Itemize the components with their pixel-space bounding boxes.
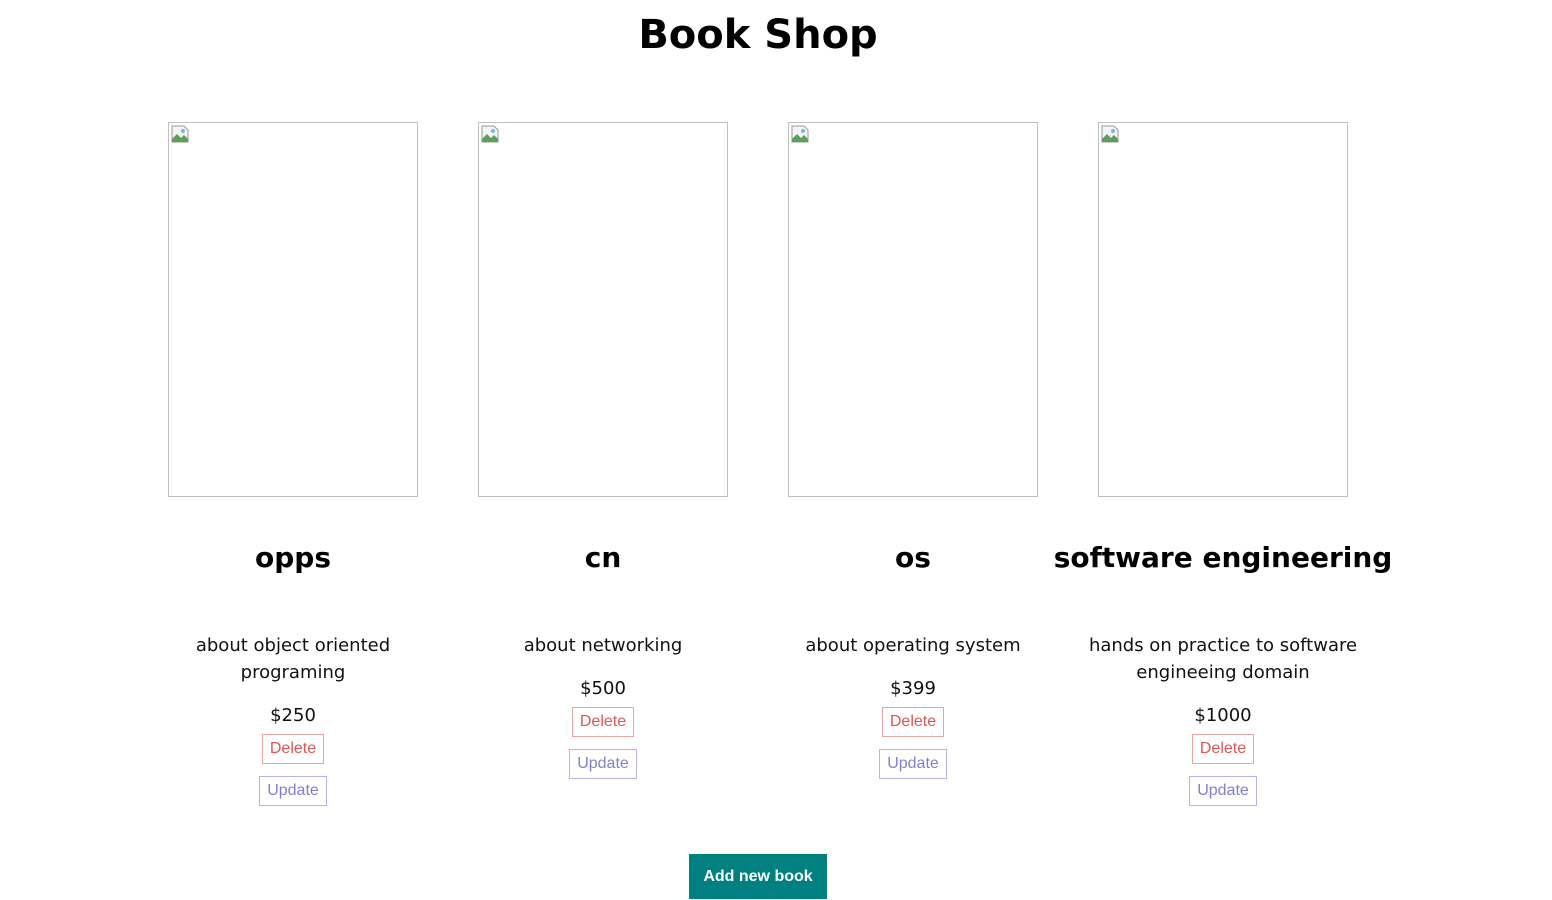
- delete-button[interactable]: Delete: [881, 707, 945, 737]
- book-cover-image: [478, 122, 728, 497]
- book-title: cn: [584, 541, 622, 574]
- book-description: about networking: [523, 635, 683, 656]
- delete-button[interactable]: Delete: [571, 707, 635, 737]
- book-description: hands on practice to software engineeing…: [1088, 635, 1358, 683]
- book-title: os: [895, 541, 931, 574]
- update-button[interactable]: Update: [879, 749, 947, 779]
- book-cover-image: [788, 122, 1038, 497]
- delete-button[interactable]: Delete: [1191, 734, 1255, 764]
- book-title: opps: [255, 541, 331, 574]
- book-card: os about operating system $399 Delete Up…: [763, 122, 1063, 806]
- broken-image-icon: [171, 125, 189, 143]
- book-price: $1000: [1194, 705, 1252, 726]
- broken-image-icon: [481, 125, 499, 143]
- book-price: $250: [270, 705, 316, 726]
- update-button[interactable]: Update: [1189, 776, 1257, 806]
- book-card: cn about networking $500 Delete Update: [453, 122, 753, 806]
- broken-image-icon: [791, 125, 809, 143]
- book-card: software engineering hands on practice t…: [1054, 122, 1392, 806]
- book-card: opps about object oriented programing $2…: [143, 122, 443, 806]
- update-button[interactable]: Update: [569, 749, 637, 779]
- book-cover-image: [1098, 122, 1348, 497]
- book-price: $500: [580, 678, 626, 699]
- add-new-book-button[interactable]: Add new book: [689, 854, 827, 899]
- page-title: Book Shop: [638, 12, 878, 58]
- book-price: $399: [890, 678, 936, 699]
- book-description: about object oriented programing: [195, 635, 391, 683]
- delete-button[interactable]: Delete: [261, 734, 325, 764]
- book-description: about operating system: [805, 635, 1021, 656]
- book-list: opps about object oriented programing $2…: [143, 122, 1392, 806]
- book-title: software engineering: [1053, 541, 1393, 574]
- update-button[interactable]: Update: [259, 776, 327, 806]
- book-cover-image: [168, 122, 418, 497]
- broken-image-icon: [1101, 125, 1119, 143]
